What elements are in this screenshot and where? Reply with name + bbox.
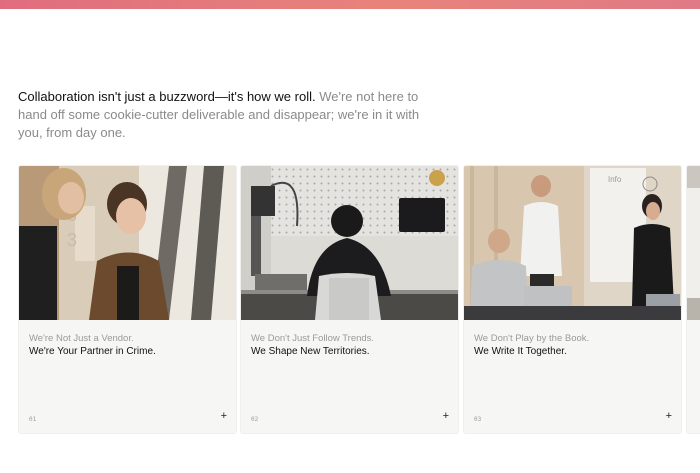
svg-text:3: 3 — [67, 230, 77, 250]
card-title: We Write It Together. — [474, 346, 567, 357]
card-title: We Shape New Territories. — [251, 346, 370, 357]
top-accent-bar — [0, 0, 700, 9]
card-partial[interactable] — [686, 165, 700, 434]
card-subtitle: We're Not Just a Vendor. — [29, 333, 134, 344]
card-book[interactable]: Info We Don't Play by the Book. We Write… — [463, 165, 682, 434]
card-number: 02 — [251, 416, 259, 423]
card-trends[interactable]: We Don't Just Follow Trends. We Shape Ne… — [240, 165, 459, 434]
expand-card-button[interactable]: + — [443, 410, 449, 422]
card-number: 03 — [474, 416, 482, 423]
card-carousel[interactable]: 3 3 We're Not Just a Vendor. We're Your … — [18, 165, 700, 435]
card-photo-partial — [687, 166, 700, 320]
card-subtitle: We Don't Just Follow Trends. — [251, 333, 375, 344]
intro-paragraph: Collaboration isn't just a buzzword—it's… — [18, 88, 423, 142]
expand-card-button[interactable]: + — [666, 410, 672, 422]
card-photo-team: Info — [464, 166, 681, 320]
card-number: 01 — [29, 416, 37, 423]
card-title: We're Your Partner in Crime. — [29, 346, 156, 357]
card-subtitle: We Don't Play by the Book. — [474, 333, 590, 344]
card-partner[interactable]: 3 3 We're Not Just a Vendor. We're Your … — [18, 165, 237, 434]
expand-card-button[interactable]: + — [221, 410, 227, 422]
svg-text:Info: Info — [608, 175, 622, 184]
intro-lead: Collaboration isn't just a buzzword—it's… — [18, 89, 316, 104]
card-photo-women: 3 3 — [19, 166, 236, 320]
card-photo-workbench — [241, 166, 458, 320]
